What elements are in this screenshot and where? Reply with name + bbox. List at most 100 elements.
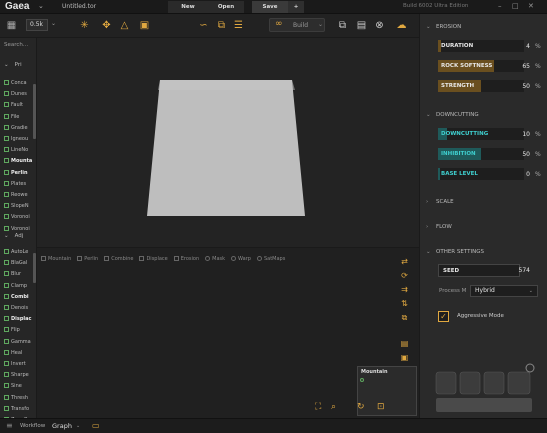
output-port[interactable] [360, 378, 364, 382]
graph-node-tab[interactable]: SatMaps [256, 256, 285, 262]
cancel-icon[interactable]: ⊗ [373, 19, 386, 32]
maximize-icon[interactable]: □ [512, 2, 519, 10]
explode-icon[interactable]: ✳ [78, 19, 91, 32]
section-adjustments[interactable]: ⌄ Adj [4, 233, 23, 239]
layers-icon[interactable]: ⧉ [399, 312, 410, 323]
section-erosion[interactable]: ⌄ EROSION [426, 24, 461, 30]
terrain-preview[interactable] [37, 38, 419, 247]
cloud-icon[interactable]: ☁ [395, 19, 408, 32]
chevron-down-icon[interactable]: ⌄ [76, 423, 80, 429]
minimize-icon[interactable]: – [498, 2, 502, 10]
map-icon[interactable]: ▤ [399, 338, 410, 349]
node-list-item[interactable]: Thresh [4, 394, 36, 401]
node-list-item[interactable]: File [4, 113, 36, 120]
graph-node-tab[interactable]: Mask [205, 256, 225, 262]
lock-icon[interactable]: ⊡ [377, 402, 385, 412]
swap-icon[interactable]: ⇄ [399, 256, 410, 267]
scrollbar[interactable] [33, 84, 36, 139]
close-icon[interactable]: ✕ [528, 2, 534, 10]
node-list-item[interactable]: Voronoi [4, 225, 36, 232]
node-list-item[interactable]: Blur [4, 271, 36, 277]
section-other-settings[interactable]: ⌄ OTHER SETTINGS [426, 249, 484, 255]
reset-icon[interactable]: ↻ [357, 402, 365, 412]
add-button[interactable]: + [288, 1, 304, 13]
new-button[interactable]: New [168, 1, 208, 13]
graph-node-tab[interactable]: Displace [139, 256, 168, 262]
resolution-select[interactable]: 0.5k [26, 19, 48, 31]
sync-icon[interactable]: ⇅ [399, 298, 410, 309]
node-list-item[interactable]: SlopeN [4, 203, 36, 209]
node-list-item[interactable]: Fault [4, 102, 36, 108]
slider-value[interactable]: 0 [508, 171, 530, 178]
random-icon[interactable]: ⇉ [399, 284, 410, 295]
slider-value[interactable]: 50 [508, 83, 530, 90]
node-list-item[interactable]: Gradie [4, 124, 36, 131]
layers-icon[interactable]: ⧉ [215, 19, 228, 32]
node-list-item[interactable]: Igneou [4, 136, 36, 142]
section-flow[interactable]: › FLOW [426, 224, 452, 230]
viewport-3d[interactable] [37, 38, 419, 247]
graph-node-tab[interactable]: Erosion [173, 256, 199, 262]
node-list-item[interactable]: Displac [4, 316, 36, 322]
section-scale[interactable]: › SCALE [426, 199, 454, 205]
node-list-item[interactable]: Transfo [4, 405, 36, 412]
build-button[interactable]: ∞ Build ⌄ [269, 18, 325, 32]
slider-value[interactable]: 4 [508, 43, 530, 50]
export-icon[interactable]: ▤ [355, 19, 368, 32]
save-button[interactable]: Save [252, 1, 288, 13]
node-list-item[interactable]: Conca [4, 80, 36, 86]
node-list-item[interactable]: Sine [4, 383, 36, 389]
section-primitives[interactable]: ⌄ Pri [4, 62, 22, 68]
frame-icon[interactable]: ▣ [138, 19, 151, 32]
node-list-item[interactable]: Perlin [4, 169, 36, 176]
slider-value[interactable]: 65 [508, 63, 530, 70]
node-list-item[interactable]: Heal [4, 349, 36, 356]
app-logo[interactable]: Gaea [5, 1, 29, 12]
node-list-item[interactable]: Clamp [4, 282, 36, 289]
graph-node-tab[interactable]: Mountain [41, 256, 71, 262]
process-mode-select[interactable]: Hybrid ⌄ [470, 285, 538, 297]
node-list-item[interactable]: Denois [4, 305, 36, 311]
image-icon[interactable]: ▣ [399, 352, 410, 363]
node-list-item[interactable]: BlaGal [4, 260, 36, 266]
zoom-icon[interactable]: ⌕ [331, 402, 336, 412]
grid-icon[interactable]: ▦ [5, 19, 18, 32]
node-list-item[interactable]: Sharpe [4, 372, 36, 378]
terrain-icon[interactable]: △ [118, 19, 131, 32]
refresh-icon[interactable]: ⟳ [399, 270, 410, 281]
curve-icon[interactable]: ∽ [197, 19, 210, 32]
search-input[interactable]: Search... [4, 42, 28, 48]
chevron-down-icon[interactable]: ⌄ [51, 20, 56, 27]
chevron-down-icon[interactable]: ⌄ [38, 2, 44, 10]
node-list-item[interactable]: Reowe [4, 192, 36, 198]
node-list-item[interactable]: LineNo [4, 147, 36, 153]
node-list-item[interactable]: Flip [4, 327, 36, 333]
fit-view-icon[interactable]: ⛶ [315, 402, 321, 412]
sliders-icon[interactable]: ☰ [232, 19, 245, 32]
scrollbar[interactable] [33, 253, 36, 283]
open-button[interactable]: Open [208, 1, 244, 13]
node-list-item[interactable]: Dunes [4, 91, 36, 97]
node-list-item[interactable]: Mounta [4, 158, 36, 164]
node-list-item[interactable]: Invert [4, 361, 36, 367]
slider-value[interactable]: 50 [508, 151, 530, 158]
graph-tab[interactable]: Graph [52, 422, 72, 430]
graph-editor[interactable]: Mountain Perlin Combine Displace Erosion Mask… [37, 247, 419, 418]
node-list-item[interactable]: Plates [4, 180, 36, 187]
node-list-item[interactable]: Combi [4, 293, 36, 300]
seed-value[interactable]: 574 [508, 267, 530, 274]
folder-icon[interactable]: ▭ [92, 421, 100, 430]
node-list-item[interactable]: Voronoi [4, 214, 36, 220]
node-list-item[interactable]: AutoLe [4, 249, 36, 255]
move-icon[interactable]: ✥ [100, 19, 113, 32]
slider-value[interactable]: 10 [508, 131, 530, 138]
graph-node-tab[interactable]: Warp [231, 256, 251, 262]
graph-node-tab[interactable]: Combine [104, 256, 133, 262]
graph-node-tab[interactable]: Perlin [77, 256, 98, 262]
menu-icon[interactable]: ≡ [6, 421, 13, 430]
aggressive-mode-checkbox[interactable]: ✓ [438, 311, 449, 322]
section-downcutting[interactable]: ⌄ DOWNCUTTING [426, 112, 479, 118]
mountain-node[interactable]: Mountain [357, 366, 417, 416]
node-list-item[interactable]: Gamma [4, 338, 36, 345]
copy-icon[interactable]: ⧉ [336, 19, 349, 32]
